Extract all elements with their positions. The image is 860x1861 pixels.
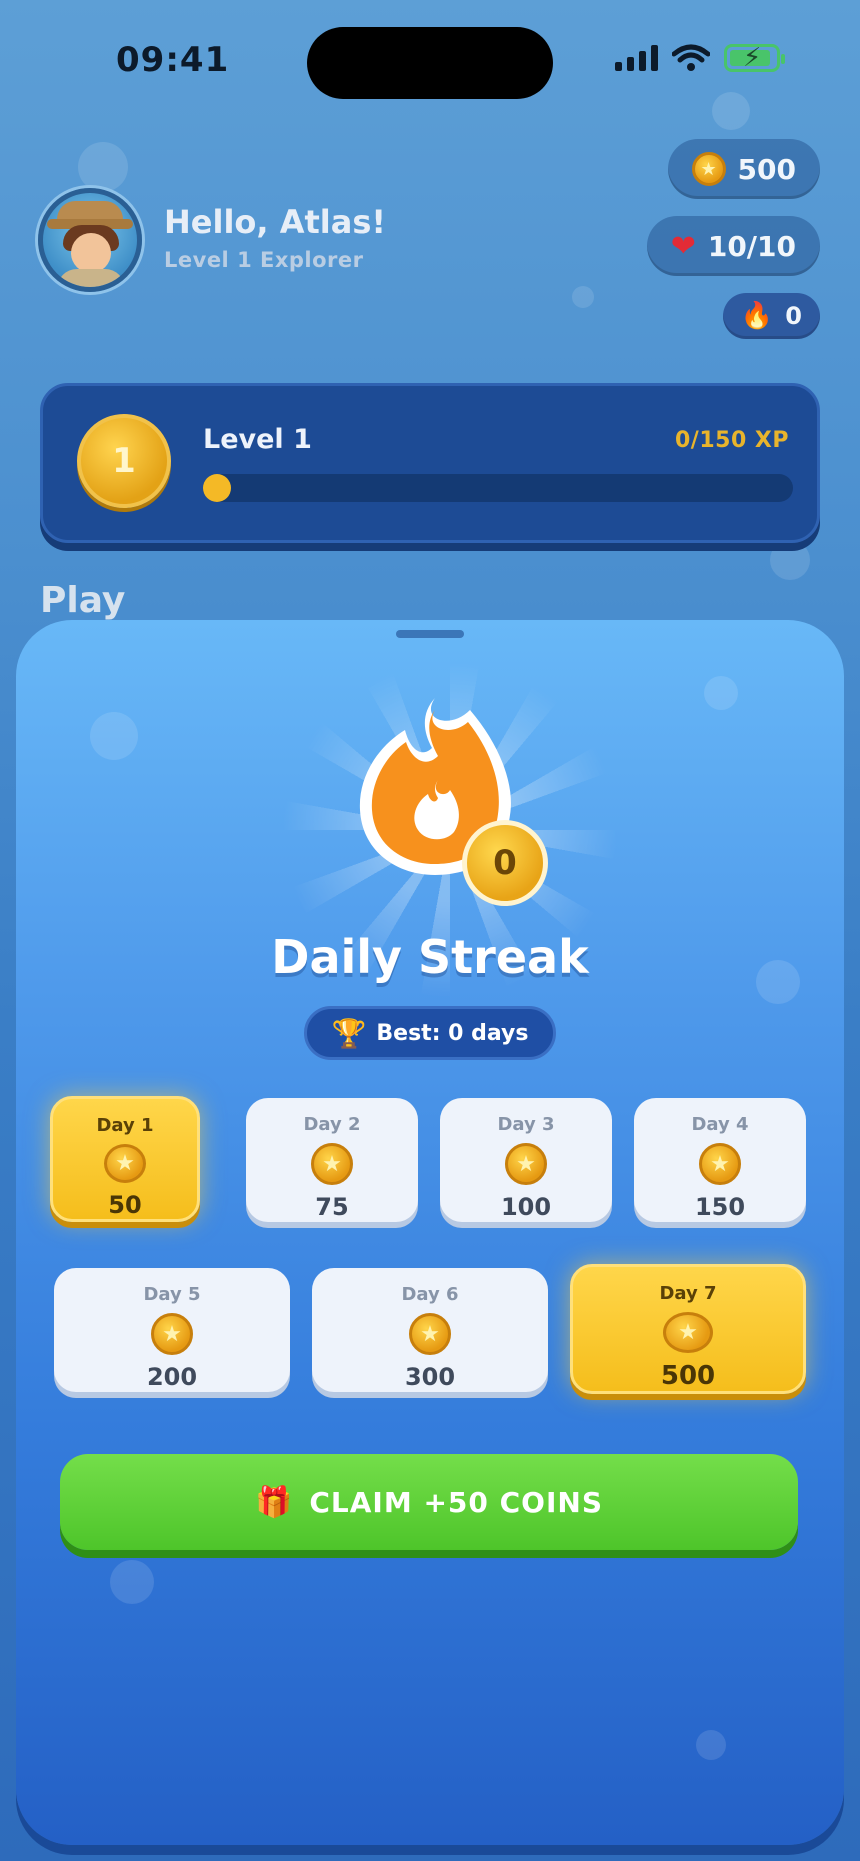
xp-progress-fill (203, 474, 231, 502)
day-card-4[interactable]: Day 4 ★ 150 (634, 1098, 806, 1222)
day-card-5[interactable]: Day 5 ★ 200 (54, 1268, 290, 1392)
status-icons: ⚡ (615, 43, 785, 73)
day-label: Day 3 (497, 1114, 555, 1135)
streak-counter[interactable]: 🔥 0 (722, 293, 820, 339)
section-title-play: Play (40, 580, 126, 621)
day-card-3[interactable]: Day 3 ★ 100 (440, 1098, 612, 1222)
bubble-decoration (78, 142, 128, 192)
day-card-6[interactable]: Day 6 ★ 300 (312, 1268, 548, 1392)
day-label: Day 7 (659, 1283, 717, 1304)
best-streak-pill: 🏆 Best: 0 days (304, 1006, 556, 1060)
bubble-decoration (704, 676, 738, 710)
level-badge: 1 (77, 414, 171, 508)
day-label: Day 2 (303, 1114, 361, 1135)
claim-button[interactable]: 🎁 CLAIM +50 COINS (60, 1454, 798, 1550)
day-reward: 100 (500, 1193, 552, 1221)
hearts-value: 10/10 (707, 229, 796, 263)
day-label: Day 4 (691, 1114, 749, 1135)
bubble-decoration (696, 1730, 726, 1760)
coin-icon: ★ (663, 1312, 713, 1353)
hearts-counter[interactable]: ❤ 10/10 (646, 216, 820, 276)
sheet-grab-handle[interactable] (396, 630, 464, 638)
level-title: Level 1 (203, 424, 312, 455)
bubble-decoration (712, 92, 750, 130)
bubble-decoration (110, 1560, 154, 1604)
day-reward: 300 (404, 1363, 456, 1391)
wifi-icon (672, 44, 710, 71)
coin-icon: ★ (409, 1313, 451, 1355)
coin-icon: ★ (104, 1144, 146, 1183)
flame-icon: 🔥 (740, 301, 774, 331)
coins-value: 500 (737, 152, 796, 186)
battery-icon: ⚡ (724, 43, 785, 73)
bubble-decoration (90, 712, 138, 760)
day-reward: 500 (660, 1361, 716, 1391)
xp-text: 0/150 XP (674, 428, 789, 453)
greeting-text: Hello, Atlas! (164, 203, 386, 241)
day-card-7[interactable]: Day 7 ★ 500 (570, 1264, 806, 1394)
xp-progress-bar (203, 474, 793, 502)
coin-icon: ★ (151, 1313, 193, 1355)
trophy-icon: 🏆 (331, 1016, 367, 1050)
claim-button-label: CLAIM +50 COINS (309, 1485, 603, 1519)
avatar[interactable] (38, 188, 142, 292)
day-label: Day 1 (96, 1115, 154, 1136)
dynamic-island (307, 27, 553, 99)
day-reward: 200 (146, 1363, 198, 1391)
streak-counter-value: 0 (785, 302, 802, 330)
coin-icon: ★ (505, 1143, 547, 1185)
day-reward: 50 (108, 1191, 142, 1219)
heart-icon: ❤ (670, 228, 696, 264)
player-rank-text: Level 1 Explorer (164, 248, 364, 272)
best-streak-text: Best: 0 days (376, 1020, 529, 1046)
streak-count-badge: 0 (462, 820, 548, 906)
coins-counter[interactable]: ★ 500 (667, 139, 820, 199)
daily-streak-sheet: 0 Daily Streak 🏆 Best: 0 days Day 1 ★ 50… (16, 620, 844, 1845)
day-label: Day 6 (401, 1284, 459, 1305)
day-label: Day 5 (143, 1284, 201, 1305)
bubble-decoration (770, 540, 810, 580)
day-reward: 150 (694, 1193, 746, 1221)
coin-icon: ★ (311, 1143, 353, 1185)
status-time: 09:41 (116, 40, 230, 80)
coin-icon: ★ (691, 152, 726, 186)
signal-icon (615, 45, 658, 71)
day-card-2[interactable]: Day 2 ★ 75 (246, 1098, 418, 1222)
daily-streak-title: Daily Streak (271, 930, 589, 984)
level-progress-card[interactable]: 1 Level 1 0/150 XP (40, 383, 820, 543)
day-card-1[interactable]: Day 1 ★ 50 (50, 1096, 200, 1222)
bubble-decoration (572, 286, 594, 308)
coin-icon: ★ (699, 1143, 741, 1185)
gift-icon: 🎁 (255, 1484, 294, 1520)
day-reward: 75 (315, 1193, 349, 1221)
